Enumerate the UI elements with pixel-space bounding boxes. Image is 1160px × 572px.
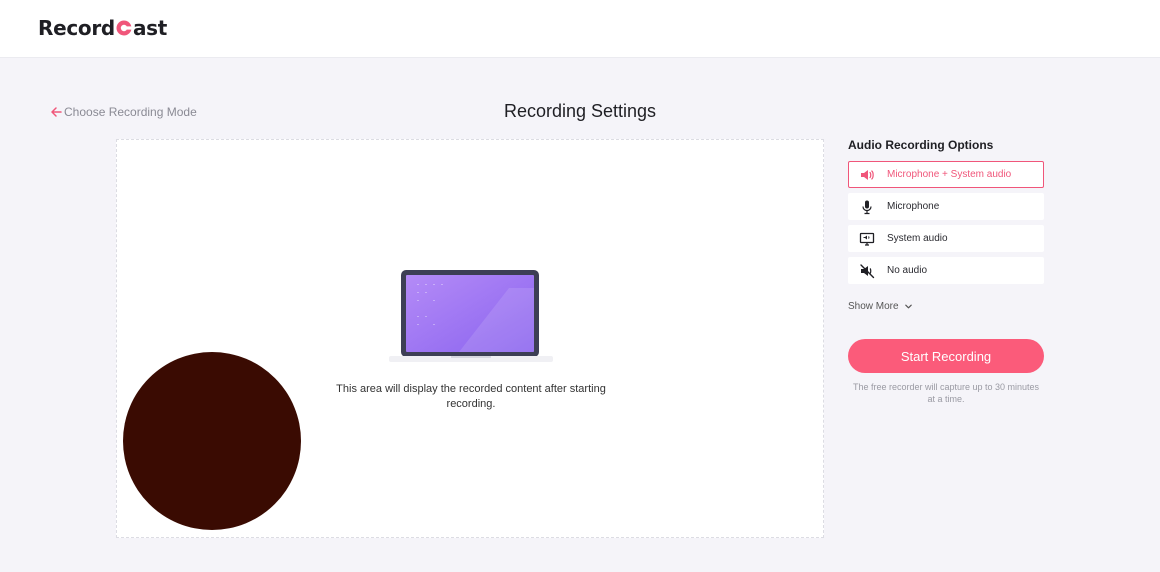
- free-recorder-limit-note: The free recorder will capture up to 30 …: [852, 382, 1040, 404]
- start-recording-button[interactable]: Start Recording: [848, 339, 1044, 373]
- speaker-icon: [861, 169, 874, 180]
- mute-icon: [860, 263, 875, 278]
- webcam-overlay[interactable]: [123, 352, 301, 530]
- audio-option-system[interactable]: System audio: [848, 225, 1044, 252]
- chevron-down-icon: [904, 304, 912, 309]
- top-bar: Record ast: [0, 0, 1160, 58]
- logo-text-start: Record: [38, 16, 115, 40]
- logo-text-end: ast: [132, 16, 168, 40]
- laptop-illustration-icon: [389, 270, 553, 362]
- page-title: Recording Settings: [503, 101, 657, 121]
- logo-mark-icon: [116, 20, 132, 36]
- monitor-audio-icon: [859, 232, 875, 246]
- recording-preview-area: This area will display the recorded cont…: [116, 139, 824, 538]
- preview-placeholder-text: This area will display the recorded cont…: [336, 383, 606, 410]
- audio-option-label: Microphone + System audio: [887, 169, 1012, 180]
- audio-option-label: System audio: [887, 233, 948, 244]
- audio-option-none[interactable]: No audio: [848, 257, 1044, 284]
- audio-option-label: Microphone: [887, 201, 940, 212]
- microphone-icon: [862, 200, 872, 214]
- audio-option-label: No audio: [887, 265, 928, 276]
- audio-option-microphone[interactable]: Microphone: [848, 193, 1044, 220]
- audio-options-title: Audio Recording Options: [848, 138, 994, 152]
- audio-option-mic-system[interactable]: Microphone + System audio: [848, 161, 1044, 188]
- audio-options-panel: Audio Recording Options Microphone + Sys…: [848, 138, 1044, 405]
- recordcast-logo[interactable]: Record ast: [38, 16, 167, 40]
- show-more-toggle[interactable]: Show More: [848, 301, 918, 312]
- show-more-label: Show More: [848, 301, 899, 312]
